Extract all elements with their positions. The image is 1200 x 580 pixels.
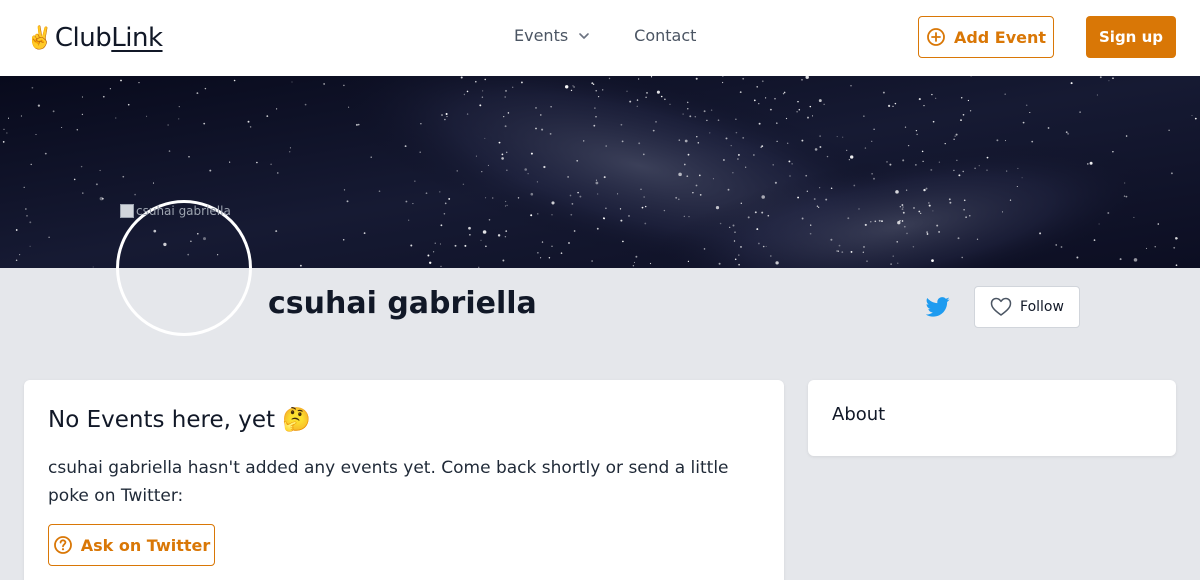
events-card-text: csuhai gabriella hasn't added any events… bbox=[48, 458, 729, 506]
logo-text-link: Link bbox=[111, 23, 163, 53]
events-card-title: No Events here, yet 🤔 bbox=[48, 407, 311, 433]
twitter-icon[interactable] bbox=[926, 296, 950, 318]
sign-up-label: Sign up bbox=[1099, 28, 1163, 46]
logo-text-club: Club bbox=[54, 23, 112, 53]
follow-label: Follow bbox=[1020, 299, 1064, 315]
about-card: About bbox=[808, 380, 1176, 456]
plus-circle-icon bbox=[927, 28, 945, 46]
nav-events[interactable]: Events bbox=[514, 26, 590, 45]
heart-icon bbox=[990, 297, 1012, 316]
broken-image-icon bbox=[120, 204, 134, 218]
avatar-broken-image: csuhai gabriella bbox=[120, 204, 231, 218]
add-event-label: Add Event bbox=[953, 27, 1047, 47]
ask-on-twitter-label: Ask on Twitter bbox=[80, 535, 211, 555]
victory-hand-icon: ✌️ bbox=[26, 25, 53, 51]
question-circle-icon bbox=[53, 536, 72, 554]
avatar-alt-text: csuhai gabriella bbox=[136, 204, 231, 218]
clublink-logo[interactable]: ✌️ Club Link bbox=[26, 22, 163, 54]
main-nav: Events Contact bbox=[514, 26, 696, 45]
follow-button[interactable]: Follow bbox=[974, 286, 1080, 328]
nav-contact-label: Contact bbox=[634, 26, 697, 45]
events-card: No Events here, yet 🤔 csuhai gabriella h… bbox=[24, 380, 784, 580]
add-event-button[interactable]: Add Event bbox=[918, 16, 1054, 58]
nav-contact[interactable]: Contact bbox=[634, 26, 696, 45]
profile-avatar bbox=[116, 200, 252, 336]
profile-name: csuhai gabriella bbox=[268, 286, 537, 321]
chevron-down-icon bbox=[579, 32, 589, 39]
top-navbar: ✌️ Club Link Events Contact Add Event Sig… bbox=[0, 0, 1200, 76]
nav-events-label: Events bbox=[514, 26, 569, 45]
about-title: About bbox=[832, 404, 886, 425]
sign-up-button[interactable]: Sign up bbox=[1086, 16, 1176, 58]
ask-on-twitter-button[interactable]: Ask on Twitter bbox=[48, 524, 215, 566]
